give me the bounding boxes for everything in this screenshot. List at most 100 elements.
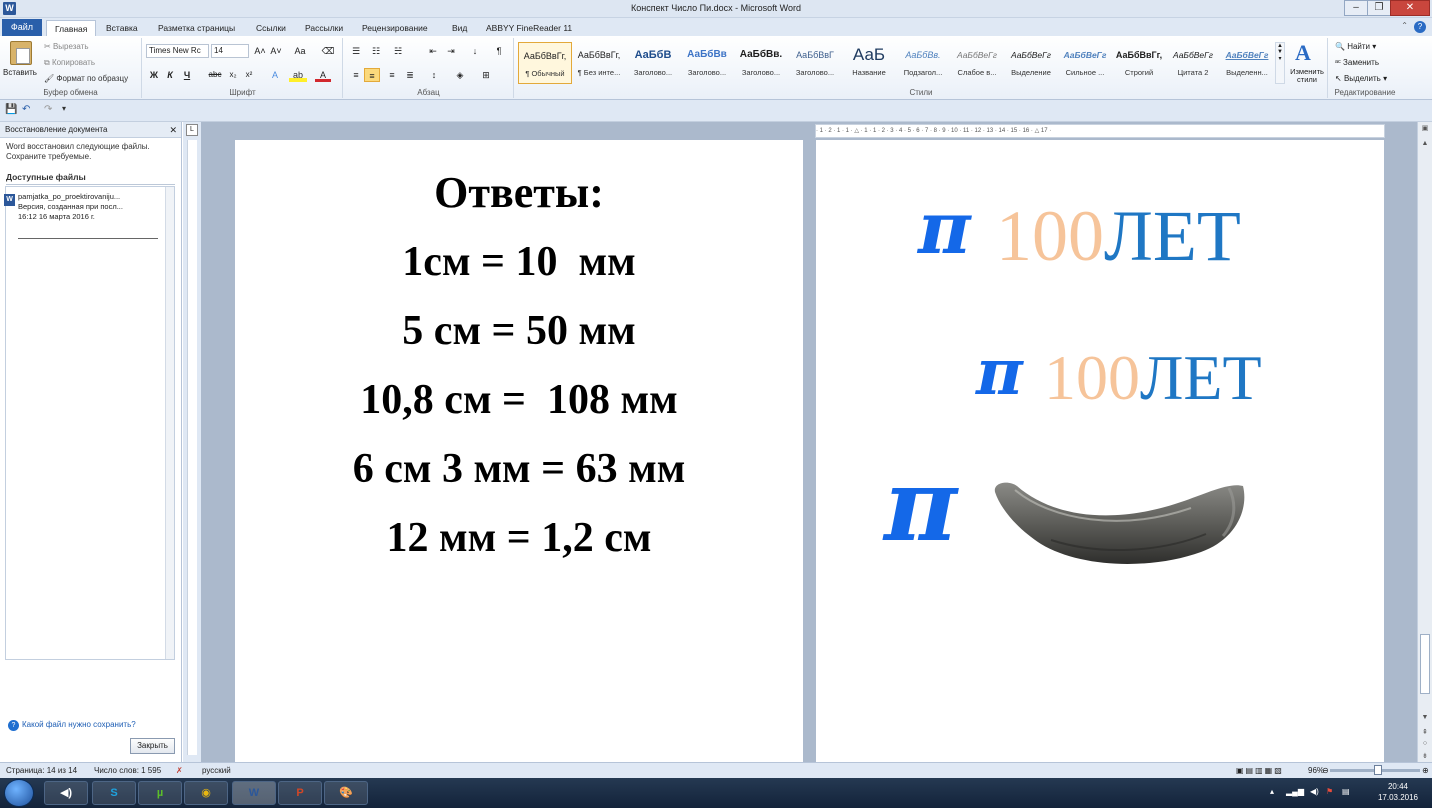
zoom-out-icon[interactable]: ⊖	[1322, 763, 1329, 778]
taskbar-word-icon[interactable]: W	[232, 781, 276, 805]
copy-button[interactable]: ⧉ Копировать	[44, 58, 95, 68]
sort-icon[interactable]: ↓	[468, 44, 482, 58]
document-page-rebus[interactable]: π 100ЛЕТ π 100ЛЕТ π	[816, 140, 1384, 762]
shrink-font-button[interactable]: A˅	[269, 44, 283, 58]
next-page-icon[interactable]: ⇟	[1418, 752, 1432, 760]
horizontal-ruler[interactable]: · 1 · 2 · 1 · 1 · △ · 1 · 1 · 2 · 3 · 4 …	[815, 124, 1385, 138]
change-styles-button[interactable]: A Изменить стили	[1287, 38, 1327, 86]
network-icon[interactable]: ▂▄▆	[1286, 787, 1304, 796]
paste-icon[interactable]	[10, 41, 32, 65]
select-button[interactable]: ↖ Выделить ▾	[1335, 74, 1387, 83]
cut-button[interactable]: ✂ Вырезать	[44, 42, 89, 51]
decrease-indent-icon[interactable]: ⇤	[426, 44, 440, 58]
taskbar-utorrent-icon[interactable]: µ	[138, 781, 182, 805]
underline-button[interactable]: Ч	[180, 68, 194, 82]
language-status[interactable]: русский	[202, 763, 231, 778]
multilevel-list-icon[interactable]: ☵	[388, 44, 408, 58]
style-heading-3[interactable]: АаБбВв. Заголово...	[734, 42, 788, 84]
replace-button[interactable]: ᵃᶜ Заменить	[1335, 58, 1379, 67]
pane-close-icon[interactable]: ✕	[169, 122, 177, 138]
paste-button[interactable]: Вставить	[3, 68, 37, 77]
tab-abbyy[interactable]: ABBYY FineReader 11	[486, 20, 572, 36]
scroll-down-icon[interactable]: ▼	[1418, 714, 1432, 721]
clear-formatting-icon[interactable]: ⌫	[321, 44, 335, 58]
language-tray-icon[interactable]: ▤	[1342, 787, 1350, 796]
bold-button[interactable]: Ж	[148, 68, 160, 82]
style-subtle-emphasis[interactable]: АаБбВеГг Слабое в...	[950, 42, 1004, 84]
vertical-scrollbar[interactable]: ▣ ▲ ▼ ⇞ ○ ⇟	[1417, 122, 1432, 762]
tab-home[interactable]: Главная	[46, 20, 97, 36]
text-effects-icon[interactable]: A	[267, 68, 283, 82]
save-icon[interactable]: 💾	[5, 104, 17, 115]
taskbar-skype-icon[interactable]: S	[92, 781, 136, 805]
vertical-ruler-track[interactable]	[187, 140, 197, 755]
style-intense-quote[interactable]: АаБбВеГг Выделенн...	[1220, 42, 1274, 84]
scrollbar-thumb[interactable]	[1420, 634, 1430, 694]
font-name-select[interactable]: Times New Rc	[146, 44, 209, 58]
view-mode-icons[interactable]: ▣▤▥▦▧	[1236, 763, 1284, 778]
zoom-slider-thumb[interactable]	[1374, 765, 1382, 775]
taskbar-chrome-icon[interactable]: ◉	[184, 781, 228, 805]
tab-insert[interactable]: Вставка	[106, 20, 138, 36]
tab-view[interactable]: Вид	[452, 20, 467, 36]
close-window-button[interactable]: ✕	[1390, 0, 1430, 16]
zoom-in-icon[interactable]: ⊕	[1422, 763, 1429, 778]
restore-button[interactable]: ❐	[1367, 0, 1391, 16]
taskbar-clock[interactable]: 20:44 17.03.2016	[1378, 781, 1418, 803]
tab-selector-icon[interactable]: L	[186, 124, 198, 136]
align-center-icon[interactable]: ≡	[364, 68, 380, 82]
borders-icon[interactable]: ⊞	[478, 68, 494, 82]
customize-toolbar-icon[interactable]: ▾	[62, 104, 66, 113]
redo-icon[interactable]: ↷	[44, 104, 52, 115]
show-marks-icon[interactable]: ¶	[492, 44, 506, 58]
tab-references[interactable]: Ссылки	[256, 20, 286, 36]
justify-icon[interactable]: ≣	[402, 68, 418, 82]
minimize-ribbon-icon[interactable]: ⌃	[1401, 21, 1408, 30]
style-quote-2[interactable]: АаБбВеГг Цитата 2	[1166, 42, 1220, 84]
find-button[interactable]: 🔍 Найти ▾	[1335, 42, 1376, 51]
align-right-icon[interactable]: ≡	[384, 68, 400, 82]
bullets-icon[interactable]: ☰	[348, 44, 364, 58]
style-normal[interactable]: АаБбВвГг, ¶ Обычный	[518, 42, 572, 84]
italic-button[interactable]: К	[164, 68, 176, 82]
grow-font-button[interactable]: A˄	[253, 44, 267, 58]
increase-indent-icon[interactable]: ⇥	[444, 44, 458, 58]
files-list-scrollbar[interactable]	[165, 187, 174, 659]
document-page-answers[interactable]: Ответы: 1см = 10 мм 5 см = 50 мм 10,8 см…	[235, 140, 803, 762]
tab-review[interactable]: Рецензирование	[362, 20, 428, 36]
tray-arrow-icon[interactable]: ▴	[1270, 787, 1274, 796]
format-painter-button[interactable]: 🖌 Формат по образцу	[44, 74, 128, 83]
style-heading-4[interactable]: АаБбВвГ Заголово...	[788, 42, 842, 84]
tab-page-layout[interactable]: Разметка страницы	[158, 20, 235, 36]
tab-file[interactable]: Файл	[2, 19, 42, 36]
start-button[interactable]	[4, 779, 34, 807]
style-heading-2[interactable]: АаБбВв Заголово...	[680, 42, 734, 84]
taskbar-audio-icon[interactable]: ◀)	[44, 781, 88, 805]
style-subtitle[interactable]: АаБбВв. Подзагол...	[896, 42, 950, 84]
align-left-icon[interactable]: ≡	[348, 68, 364, 82]
help-icon[interactable]: ?	[1414, 21, 1426, 33]
taskbar-powerpoint-icon[interactable]: P	[278, 781, 322, 805]
shading-icon[interactable]: ◈	[452, 68, 468, 82]
browse-object-icon[interactable]: ○	[1418, 740, 1432, 747]
action-center-icon[interactable]: ⚑	[1326, 787, 1333, 796]
recovered-file-item[interactable]: W pamjatka_po_proektirovaniju... Версия,…	[4, 192, 163, 222]
style-strong[interactable]: АаБбВвГг, Строгий	[1112, 42, 1166, 84]
style-heading-1[interactable]: АаБбВ Заголово...	[626, 42, 680, 84]
superscript-button[interactable]: x²	[242, 68, 256, 82]
numbering-icon[interactable]: ☷	[368, 44, 384, 58]
styles-scroll-button[interactable]: ▲ ▼ ▾	[1275, 42, 1285, 84]
volume-icon[interactable]: ◀)	[1310, 787, 1319, 796]
minimize-button[interactable]: –	[1344, 0, 1368, 16]
previous-page-icon[interactable]: ⇞	[1418, 728, 1432, 736]
subscript-button[interactable]: x₂	[226, 68, 240, 82]
page-count-status[interactable]: Страница: 14 из 14	[6, 763, 77, 778]
change-case-button[interactable]: Aa	[291, 44, 309, 58]
font-size-select[interactable]: 14	[211, 44, 249, 58]
style-no-spacing[interactable]: АаБбВвГг, ¶ Без инте...	[572, 42, 626, 84]
ruler-toggle-icon[interactable]: ▣	[1418, 124, 1432, 132]
line-spacing-icon[interactable]: ↕	[426, 68, 442, 82]
scroll-up-icon[interactable]: ▲	[1418, 140, 1432, 147]
strikethrough-button[interactable]: abc	[206, 68, 224, 82]
which-file-help-link[interactable]: ? Какой файл нужно сохранить?	[8, 720, 136, 731]
